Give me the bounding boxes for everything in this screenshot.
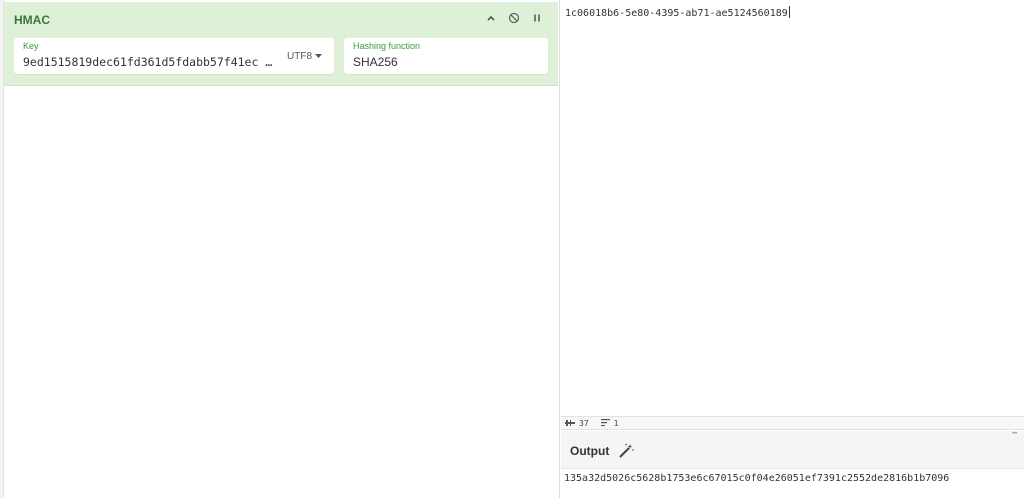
caret-down-icon [315,51,322,62]
chevron-up-icon[interactable] [484,11,498,25]
operation-title: HMAC [14,13,50,27]
input-text[interactable]: 1c06018b6-5e80-4395-ab71-ae5124560189 [565,6,790,19]
magic-wand-icon[interactable] [618,443,634,459]
recipe-pane: HMAC Key 9ed1515819dec61fd361d5fdabb57f4… [0,0,560,498]
resize-grip-icon[interactable]: •••• [1012,431,1018,437]
input-pane[interactable]: 1c06018b6-5e80-4395-ab71-ae5124560189 [561,0,1024,416]
hmac-operation: HMAC Key 9ed1515819dec61fd361d5fdabb57f4… [4,2,558,86]
hashing-function-field[interactable]: Hashing function SHA256 [344,38,548,74]
char-count-value: 37 [579,418,589,428]
input-value: 1c06018b6-5e80-4395-ab71-ae5124560189 [565,8,788,19]
output-text[interactable]: 135a32d5026c5628b1753e6c67015c0f04e26051… [564,473,949,484]
hashing-function-value[interactable]: SHA256 [353,55,398,69]
lines-icon [600,418,610,428]
hashing-function-label: Hashing function [353,41,421,51]
disable-icon[interactable] [507,11,521,25]
output-header: Output [561,431,1024,469]
key-encoding-value: UTF8 [287,51,312,62]
char-count: 37 [565,419,589,428]
output-title: Output [570,444,610,458]
key-encoding-dropdown[interactable]: UTF8 [287,51,322,62]
text-caret [788,6,790,18]
line-count-value: 1 [613,418,619,428]
operation-controls [484,11,544,25]
line-count: 1 [600,418,619,428]
abc-icon [565,419,575,428]
output-pane[interactable]: 135a32d5026c5628b1753e6c67015c0f04e26051… [561,469,1024,498]
input-status-bar: 37 1 [561,416,1024,430]
key-input[interactable]: 9ed1515819dec61fd361d5fdabb57f41ec … [23,55,272,69]
pause-icon[interactable] [530,11,544,25]
key-field[interactable]: Key 9ed1515819dec61fd361d5fdabb57f41ec …… [14,38,334,74]
key-label: Key [23,41,39,51]
